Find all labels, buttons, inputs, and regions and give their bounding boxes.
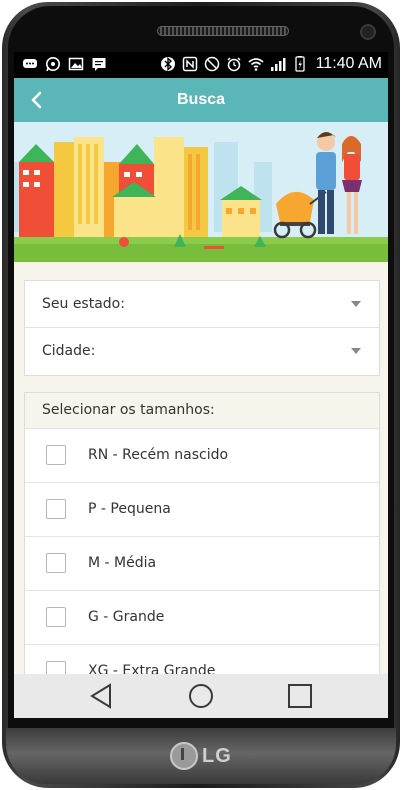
city-label: Cidade: bbox=[42, 343, 96, 359]
page-title: Busca bbox=[176, 91, 226, 108]
lg-logo: LG bbox=[170, 742, 232, 770]
front-camera bbox=[360, 24, 376, 40]
app-bar: Busca bbox=[14, 78, 388, 122]
dropdown-arrow-icon bbox=[351, 301, 361, 307]
status-bar: 11:40 AM bbox=[14, 52, 388, 78]
bluetooth-icon bbox=[160, 57, 175, 71]
size-option-g[interactable]: G - Grande bbox=[25, 591, 379, 645]
nav-home-button[interactable] bbox=[185, 682, 217, 710]
size-label: RN - Recém nascido bbox=[88, 447, 229, 463]
size-label: P - Pequena bbox=[88, 501, 171, 517]
location-card: Seu estado: Cidade: bbox=[24, 280, 380, 376]
size-option-m[interactable]: M - Média bbox=[25, 537, 379, 591]
brand-text: LG bbox=[202, 744, 232, 767]
city-select[interactable]: Cidade: bbox=[25, 328, 379, 374]
dropdown-arrow-icon bbox=[351, 348, 361, 354]
banner-illustration bbox=[14, 122, 388, 262]
size-option-rn[interactable]: RN - Recém nascido bbox=[25, 429, 379, 483]
wifi-icon bbox=[248, 58, 264, 71]
checkbox[interactable] bbox=[46, 445, 66, 465]
screen: 11:40 AM Busca Seu estado: Cidade: Selec… bbox=[14, 52, 388, 718]
alarm-icon bbox=[227, 57, 241, 72]
checkbox[interactable] bbox=[46, 607, 66, 627]
lg-emblem-icon bbox=[170, 742, 198, 770]
checkbox[interactable] bbox=[46, 499, 66, 519]
state-select[interactable]: Seu estado: bbox=[25, 281, 379, 328]
square-recents-icon bbox=[288, 684, 312, 708]
state-label: Seu estado: bbox=[42, 296, 125, 312]
signal-icon bbox=[270, 58, 286, 71]
size-option-p[interactable]: P - Pequena bbox=[25, 483, 379, 537]
clock: 11:40 AM bbox=[315, 55, 382, 72]
size-label: G - Grande bbox=[88, 609, 165, 625]
gallery-icon bbox=[68, 57, 84, 71]
nfc-icon bbox=[182, 56, 197, 72]
sizes-card: Selecionar os tamanhos: RN - Recém nasci… bbox=[24, 392, 380, 718]
family-city-illustration bbox=[14, 122, 388, 262]
sizes-header: Selecionar os tamanhos: bbox=[25, 393, 379, 429]
triangle-back-icon bbox=[90, 683, 111, 709]
circle-home-icon bbox=[189, 684, 213, 708]
checkbox[interactable] bbox=[46, 553, 66, 573]
nav-recents-button[interactable] bbox=[284, 682, 316, 710]
earpiece-speaker bbox=[157, 26, 289, 36]
mute-icon bbox=[204, 56, 219, 72]
message-icon bbox=[92, 58, 106, 71]
battery-icon bbox=[294, 56, 305, 72]
size-label: M - Média bbox=[88, 555, 157, 571]
system-nav-bar bbox=[14, 674, 388, 718]
sizes-title: Selecionar os tamanhos: bbox=[42, 402, 215, 418]
nav-back-button[interactable] bbox=[86, 682, 118, 710]
messenger-icon bbox=[23, 59, 37, 68]
phone-frame: LG 11:40 AM Busca Seu estado: Cidade: Se… bbox=[0, 0, 402, 790]
whatsapp-icon bbox=[46, 57, 60, 72]
